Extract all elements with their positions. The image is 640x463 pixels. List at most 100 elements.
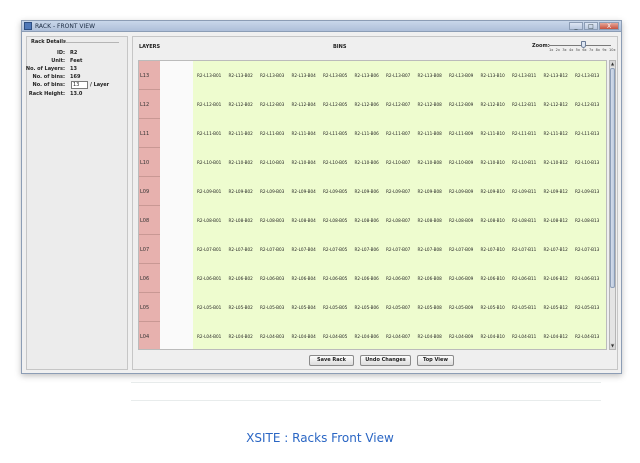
bin-cell[interactable]: R2-L11-B07 — [386, 131, 410, 136]
zoom-slider-thumb[interactable] — [581, 41, 587, 48]
bin-cell[interactable]: R2-L06-B13 — [575, 276, 599, 281]
bin-cell[interactable]: R2-L07-B10 — [481, 247, 505, 252]
bin-cell[interactable]: R2-L06-B03 — [260, 276, 284, 281]
bin-cell[interactable]: R2-L12-B05 — [323, 102, 347, 107]
bin-cell[interactable]: R2-L09-B03 — [260, 189, 284, 194]
layer-label-l05[interactable]: L05 — [139, 293, 160, 322]
maximize-button[interactable]: □ — [584, 22, 598, 30]
bin-cell[interactable]: R2-L10-B01 — [197, 160, 221, 165]
bin-cell[interactable]: R2-L07-B02 — [229, 247, 253, 252]
bin-cell[interactable]: R2-L09-B12 — [544, 189, 568, 194]
bin-cell[interactable]: R2-L08-B04 — [292, 218, 316, 223]
bin-cell[interactable]: R2-L09-B13 — [575, 189, 599, 194]
top-view-button[interactable]: Top View — [417, 355, 454, 366]
bin-cell[interactable]: R2-L13-B03 — [260, 73, 284, 78]
bin-cell[interactable]: R2-L04-B02 — [229, 334, 253, 339]
bin-cell[interactable]: R2-L05-B10 — [481, 305, 505, 310]
bin-cell[interactable]: R2-L04-B11 — [512, 334, 536, 339]
bin-cell[interactable]: R2-L11-B09 — [449, 131, 473, 136]
bin-cell[interactable]: R2-L12-B01 — [197, 102, 221, 107]
bin-cell[interactable]: R2-L11-B04 — [292, 131, 316, 136]
bin-cell[interactable]: R2-L06-B11 — [512, 276, 536, 281]
vertical-scrollbar[interactable]: ▲ ▼ — [609, 60, 616, 350]
bin-cell[interactable]: R2-L05-B01 — [197, 305, 221, 310]
bin-cell[interactable]: R2-L07-B08 — [418, 247, 442, 252]
bin-cell[interactable]: R2-L12-B04 — [292, 102, 316, 107]
bin-cell[interactable]: R2-L07-B04 — [292, 247, 316, 252]
bin-cell[interactable]: R2-L08-B07 — [386, 218, 410, 223]
bin-cell[interactable]: R2-L09-B02 — [229, 189, 253, 194]
layer-label-l07[interactable]: L07 — [139, 235, 160, 264]
bin-cell[interactable]: R2-L13-B12 — [544, 73, 568, 78]
bin-cell[interactable]: R2-L07-B03 — [260, 247, 284, 252]
bin-cell[interactable]: R2-L08-B03 — [260, 218, 284, 223]
bin-cell[interactable]: R2-L13-B10 — [481, 73, 505, 78]
bin-cell[interactable]: R2-L11-B12 — [544, 131, 568, 136]
layer-label-l12[interactable]: L12 — [139, 90, 160, 119]
title-bar[interactable]: RACK - FRONT VIEW _ □ X — [22, 21, 621, 32]
bin-cell[interactable]: R2-L08-B05 — [323, 218, 347, 223]
bin-cell[interactable]: R2-L10-B04 — [292, 160, 316, 165]
layer-label-l06[interactable]: L06 — [139, 264, 160, 293]
bin-cell[interactable]: R2-L08-B11 — [512, 218, 536, 223]
bin-cell[interactable]: R2-L04-B06 — [355, 334, 379, 339]
bin-cell[interactable]: R2-L04-B07 — [386, 334, 410, 339]
bin-cell[interactable]: R2-L12-B09 — [449, 102, 473, 107]
bin-cell[interactable]: R2-L09-B11 — [512, 189, 536, 194]
bin-cell[interactable]: R2-L12-B03 — [260, 102, 284, 107]
bin-cell[interactable]: R2-L10-B10 — [481, 160, 505, 165]
bin-cell[interactable]: R2-L04-B08 — [418, 334, 442, 339]
bin-cell[interactable]: R2-L12-B06 — [355, 102, 379, 107]
bin-cell[interactable]: R2-L06-B08 — [418, 276, 442, 281]
bin-cell[interactable]: R2-L12-B08 — [418, 102, 442, 107]
bin-cell[interactable]: R2-L09-B09 — [449, 189, 473, 194]
bin-cell[interactable]: R2-L08-B06 — [355, 218, 379, 223]
bin-cell[interactable]: R2-L10-B03 — [260, 160, 284, 165]
bin-cell[interactable]: R2-L11-B10 — [481, 131, 505, 136]
layer-label-l08[interactable]: L08 — [139, 206, 160, 235]
bin-cell[interactable]: R2-L05-B06 — [355, 305, 379, 310]
bin-cell[interactable]: R2-L08-B10 — [481, 218, 505, 223]
bin-cell[interactable]: R2-L05-B07 — [386, 305, 410, 310]
bin-cell[interactable]: R2-L13-B02 — [229, 73, 253, 78]
bin-cell[interactable]: R2-L09-B01 — [197, 189, 221, 194]
bin-cell[interactable]: R2-L08-B13 — [575, 218, 599, 223]
bin-cell[interactable]: R2-L08-B01 — [197, 218, 221, 223]
bin-cell[interactable]: R2-L08-B09 — [449, 218, 473, 223]
bin-cell[interactable]: R2-L05-B12 — [544, 305, 568, 310]
bin-cell[interactable]: R2-L09-B05 — [323, 189, 347, 194]
bin-cell[interactable]: R2-L04-B12 — [544, 334, 568, 339]
bin-cell[interactable]: R2-L13-B11 — [512, 73, 536, 78]
bin-cell[interactable]: R2-L09-B07 — [386, 189, 410, 194]
bin-cell[interactable]: R2-L06-B12 — [544, 276, 568, 281]
bin-cell[interactable]: R2-L04-B03 — [260, 334, 284, 339]
bin-cell[interactable]: R2-L05-B09 — [449, 305, 473, 310]
bin-cell[interactable]: R2-L06-B07 — [386, 276, 410, 281]
bin-cell[interactable]: R2-L09-B10 — [481, 189, 505, 194]
bin-cell[interactable]: R2-L09-B06 — [355, 189, 379, 194]
layer-label-l10[interactable]: L10 — [139, 148, 160, 177]
scroll-up-arrow-icon[interactable]: ▲ — [610, 61, 615, 67]
bin-cell[interactable]: R2-L12-B12 — [544, 102, 568, 107]
bin-cell[interactable]: R2-L12-B07 — [386, 102, 410, 107]
bin-cell[interactable]: R2-L06-B09 — [449, 276, 473, 281]
bin-cell[interactable]: R2-L11-B08 — [418, 131, 442, 136]
layer-label-l04[interactable]: L04 — [139, 322, 160, 349]
bin-cell[interactable]: R2-L06-B02 — [229, 276, 253, 281]
bin-cell[interactable]: R2-L04-B09 — [449, 334, 473, 339]
bin-cell[interactable]: R2-L08-B12 — [544, 218, 568, 223]
bin-cell[interactable]: R2-L06-B01 — [197, 276, 221, 281]
bin-cell[interactable]: R2-L12-B10 — [481, 102, 505, 107]
scrollbar-thumb[interactable] — [610, 68, 615, 288]
bin-cell[interactable]: R2-L10-B13 — [575, 160, 599, 165]
bin-cell[interactable]: R2-L05-B13 — [575, 305, 599, 310]
bin-cell[interactable]: R2-L04-B10 — [481, 334, 505, 339]
bin-cell[interactable]: R2-L07-B05 — [323, 247, 347, 252]
bin-cell[interactable]: R2-L13-B01 — [197, 73, 221, 78]
minimize-button[interactable]: _ — [569, 22, 583, 30]
bin-cell[interactable]: R2-L11-B02 — [229, 131, 253, 136]
save-rack-button[interactable]: Save Rack — [309, 355, 354, 366]
bin-cell[interactable]: R2-L06-B05 — [323, 276, 347, 281]
bin-cell[interactable]: R2-L11-B11 — [512, 131, 536, 136]
bin-cell[interactable]: R2-L05-B11 — [512, 305, 536, 310]
